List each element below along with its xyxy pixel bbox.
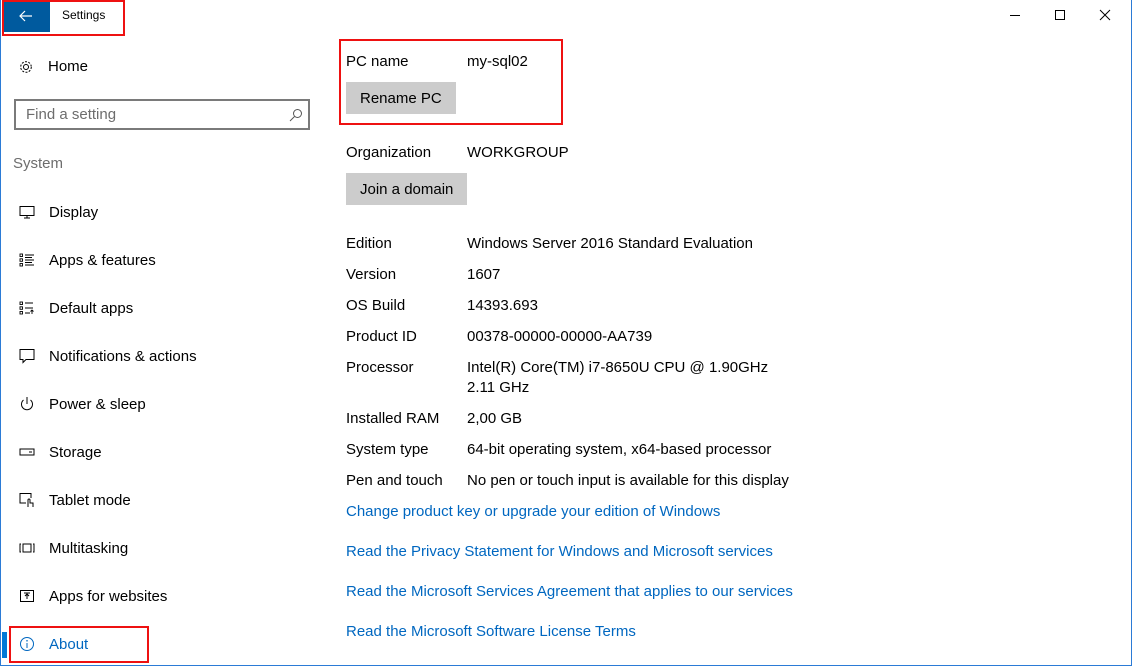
- default-apps-icon: [18, 299, 36, 317]
- privacy-statement-link[interactable]: Read the Privacy Statement for Windows a…: [346, 543, 773, 560]
- pc-name-value: my-sql02: [467, 53, 528, 70]
- sidebar-item-label: Power & sleep: [49, 395, 146, 413]
- sidebar-item-label: Default apps: [49, 299, 134, 317]
- sidebar-item-label: Display: [49, 203, 99, 221]
- sidebar-item-label: Notifications & actions: [49, 347, 197, 365]
- rename-pc-button[interactable]: Rename PC: [346, 82, 456, 114]
- services-agreement-link[interactable]: Read the Microsoft Services Agreement th…: [346, 583, 793, 600]
- sidebar-item-power-sleep[interactable]: Power & sleep: [0, 384, 320, 424]
- organization-value: WORKGROUP: [467, 144, 569, 161]
- maximize-button[interactable]: [1037, 0, 1083, 30]
- sidebar-item-apps-features[interactable]: Apps & features: [0, 240, 320, 280]
- minimize-icon: [1010, 15, 1020, 16]
- apps-features-icon: [18, 251, 36, 269]
- pc-name-label: PC name: [346, 53, 409, 70]
- spec-value: 00378-00000-00000-AA739: [467, 328, 653, 345]
- back-button[interactable]: [2, 0, 50, 32]
- storage-icon: [18, 443, 36, 461]
- spec-value: No pen or touch input is available for t…: [467, 472, 789, 489]
- close-button[interactable]: [1082, 0, 1128, 30]
- spec-label: Edition: [346, 235, 392, 252]
- sidebar-item-apps-for-websites[interactable]: Apps for websites: [0, 576, 320, 616]
- info-icon: [18, 635, 36, 653]
- spec-value: 2,00 GB: [467, 410, 523, 427]
- spec-value: 64-bit operating system, x64-based proce…: [467, 441, 772, 458]
- tablet-mode-icon: [18, 491, 36, 509]
- join-domain-button[interactable]: Join a domain: [346, 173, 468, 205]
- spec-label: System type: [346, 441, 429, 458]
- sidebar-item-storage[interactable]: Storage: [0, 432, 320, 472]
- license-terms-link[interactable]: Read the Microsoft Software License Term…: [346, 623, 636, 640]
- spec-label: OS Build: [346, 297, 406, 314]
- selection-indicator: [2, 632, 7, 658]
- search-icon[interactable]: [284, 108, 308, 122]
- search-box[interactable]: [14, 99, 310, 130]
- sidebar-item-default-apps[interactable]: Default apps: [0, 288, 320, 328]
- sidebar-item-about[interactable]: About: [0, 624, 320, 664]
- sidebar-item-label: Tablet mode: [49, 491, 131, 509]
- sidebar-item-notifications[interactable]: Notifications & actions: [0, 336, 320, 376]
- sidebar-item-tablet-mode[interactable]: Tablet mode: [0, 480, 320, 520]
- spec-label: Product ID: [346, 328, 417, 345]
- close-icon: [1099, 9, 1111, 21]
- minimize-button[interactable]: [992, 0, 1038, 30]
- home-nav-item[interactable]: Home: [18, 58, 88, 75]
- sidebar-item-label: Apps for websites: [49, 587, 168, 605]
- change-product-key-link[interactable]: Change product key or upgrade your editi…: [346, 503, 720, 520]
- sidebar-item-label: Apps & features: [49, 251, 156, 269]
- app-title: Settings: [62, 8, 106, 22]
- gear-icon: [20, 60, 32, 73]
- sidebar-item-label: Multitasking: [49, 539, 129, 557]
- section-label-system: System: [13, 155, 64, 172]
- spec-value: Windows Server 2016 Standard Evaluation: [467, 235, 753, 252]
- spec-value: 1607: [467, 266, 501, 283]
- organization-label: Organization: [346, 144, 432, 161]
- display-icon: [18, 203, 36, 221]
- spec-label: Installed RAM: [346, 410, 440, 427]
- spec-label: Version: [346, 266, 397, 283]
- apps-for-websites-icon: [18, 587, 36, 605]
- search-input[interactable]: [16, 105, 284, 124]
- spec-value: Intel(R) Core(TM) i7-8650U CPU @ 1.90GHz…: [467, 359, 769, 396]
- spec-label: Processor: [346, 359, 414, 376]
- multitasking-icon: [18, 539, 36, 557]
- sidebar-item-display[interactable]: Display: [0, 192, 320, 232]
- maximize-icon: [1055, 10, 1065, 20]
- spec-value: 14393.693: [467, 297, 538, 314]
- sidebar-item-label: Storage: [49, 443, 102, 461]
- home-label: Home: [48, 58, 89, 75]
- sidebar-item-label: About: [49, 635, 89, 653]
- sidebar-item-multitasking[interactable]: Multitasking: [0, 528, 320, 568]
- back-arrow-icon: [19, 10, 32, 22]
- power-icon: [18, 395, 36, 413]
- spec-label: Pen and touch: [346, 472, 443, 489]
- notifications-icon: [18, 347, 36, 365]
